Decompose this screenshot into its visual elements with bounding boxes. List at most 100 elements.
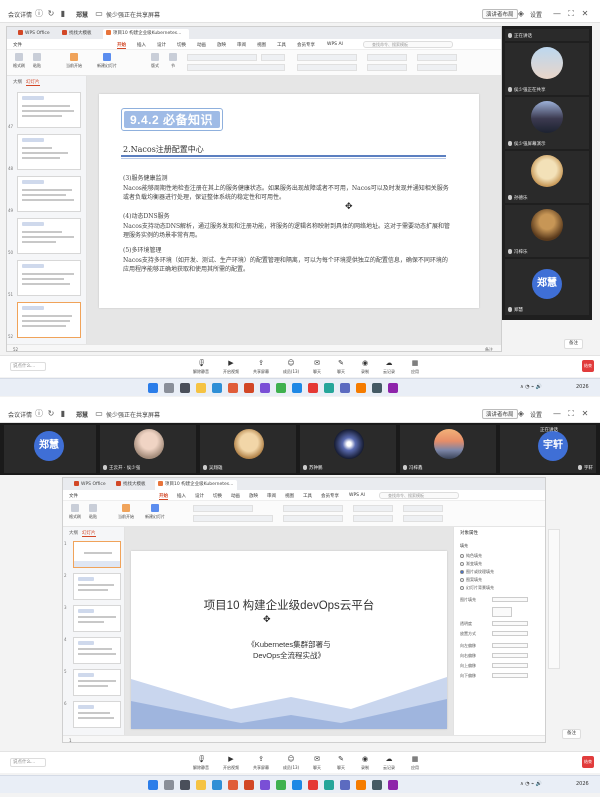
chat-button[interactable]: ✉ 聊天	[306, 359, 328, 375]
slide-thumbnail[interactable]	[17, 92, 81, 128]
slide-thumbnail[interactable]	[73, 637, 121, 664]
minimize-icon[interactable]: —	[552, 9, 562, 19]
menu-wps-ai[interactable]: WPS AI	[349, 493, 365, 498]
notes-button[interactable]: 备注	[562, 729, 581, 739]
menu-transition[interactable]: 切换	[213, 493, 222, 499]
participant-card[interactable]: 王云开 · 侯少强	[100, 425, 196, 473]
picture-fill-select[interactable]	[492, 597, 528, 602]
transparency-slider[interactable]	[492, 621, 528, 626]
text-box-button[interactable]	[353, 505, 393, 512]
fullscreen-icon[interactable]: ⛶	[566, 9, 576, 19]
participant-card[interactable]: 孙德乐	[505, 151, 589, 203]
slide-thumbnail[interactable]	[73, 701, 121, 728]
menu-transition[interactable]: 切换	[177, 42, 186, 48]
minimize-icon[interactable]: —	[552, 409, 562, 419]
fill-option[interactable]: 渐变填充	[460, 561, 482, 566]
offset-left-input[interactable]	[492, 643, 528, 648]
menu-review[interactable]: 审阅	[237, 42, 246, 48]
slide-thumbnail[interactable]	[17, 176, 81, 212]
tab-templates[interactable]: 找找大模板	[59, 29, 101, 39]
close-icon[interactable]: ✕	[580, 9, 590, 19]
app-icon[interactable]	[356, 383, 366, 393]
menu-file[interactable]: 文件	[13, 42, 22, 48]
chat-button[interactable]: ✉ 聊天	[306, 755, 328, 771]
paste-button[interactable]: 粘贴	[85, 504, 101, 520]
slide-thumbnail[interactable]	[73, 573, 121, 600]
menu-insert[interactable]: 插入	[177, 493, 186, 499]
share-screen-button[interactable]: ⇪ 共享屏幕	[250, 755, 272, 771]
menu-design[interactable]: 设计	[195, 493, 204, 499]
notes-button[interactable]: 备注	[564, 339, 583, 349]
meeting-details-link[interactable]: 会议详情	[8, 10, 32, 19]
fill-option[interactable]: 幻灯片背景填充	[460, 585, 494, 590]
new-slide-button[interactable]: 新建幻灯片	[95, 53, 119, 69]
refresh-icon[interactable]: ↻	[46, 409, 56, 419]
find-replace-button[interactable]	[403, 515, 443, 522]
video-button[interactable]: ▶ 开启视频	[220, 359, 242, 375]
task-view-icon[interactable]	[180, 780, 190, 790]
format-painter-button[interactable]: 格式刷	[67, 504, 83, 520]
tab-presentation[interactable]: 项目10 构建企业级Kubernetes...	[155, 480, 237, 490]
tab-wps-office[interactable]: WPS Office	[71, 480, 111, 490]
slide-thumbnail-selected[interactable]	[17, 302, 81, 338]
apps-button[interactable]: ▦ 应用	[404, 359, 426, 375]
paragraph-toolbar[interactable]	[297, 54, 357, 61]
arrange-button[interactable]	[353, 515, 393, 522]
command-search-input[interactable]: 查找命令、搜索模板	[363, 41, 453, 48]
chat-input[interactable]: 说点什么...	[10, 362, 46, 371]
status-notes-toggle[interactable]: 备注	[485, 347, 493, 351]
edge-browser-icon[interactable]	[212, 383, 222, 393]
apps-button[interactable]: ▦ 应用	[404, 755, 426, 771]
texture-preview[interactable]	[492, 607, 512, 617]
menu-view[interactable]: 视图	[257, 42, 266, 48]
refresh-icon[interactable]: ↻	[46, 9, 56, 19]
participant-card[interactable]: 宇轩 宇轩 正在讲话	[500, 425, 596, 473]
menu-review[interactable]: 审阅	[267, 493, 276, 499]
slide-canvas[interactable]: 项目10 构建企业级devOps云平台 《Kubernetes集群部署与 Dev…	[125, 527, 453, 735]
menu-animation[interactable]: 动画	[197, 42, 206, 48]
wechat-icon[interactable]	[276, 780, 286, 790]
paragraph-toolbar[interactable]	[283, 505, 343, 512]
slides-tab[interactable]: 幻灯片	[82, 531, 96, 537]
participant-card[interactable]: 郑慧 郑慧	[505, 259, 589, 315]
right-tool-strip[interactable]	[548, 529, 560, 669]
menu-tools[interactable]: 工具	[303, 493, 312, 499]
file-explorer-icon[interactable]	[196, 780, 206, 790]
fill-option[interactable]: 图案填充	[460, 577, 482, 582]
tab-wps-office[interactable]: WPS Office	[15, 29, 57, 39]
record-button[interactable]: ◉ 录制	[354, 755, 376, 771]
cloud-record-button[interactable]: ☁ 云记录	[378, 755, 400, 771]
settings-button[interactable]: 设置	[530, 10, 542, 19]
format-painter-button[interactable]: 格式刷	[11, 53, 27, 69]
wechat-icon[interactable]	[276, 383, 286, 393]
app-icon[interactable]	[260, 780, 270, 790]
clock[interactable]: 2026	[576, 384, 589, 390]
menu-design[interactable]: 设计	[157, 42, 166, 48]
outline-tab[interactable]: 大纲	[13, 80, 22, 85]
shape-button[interactable]	[417, 54, 457, 61]
shape-button[interactable]	[403, 505, 443, 512]
fill-option[interactable]: 纯色填充	[460, 553, 482, 558]
info-icon[interactable]: ⓘ	[34, 409, 44, 419]
app-icon[interactable]	[308, 383, 318, 393]
app-icon[interactable]	[388, 383, 398, 393]
menu-member[interactable]: 会员专享	[321, 493, 339, 499]
search-icon[interactable]	[164, 383, 174, 393]
windows-start-icon[interactable]	[148, 383, 158, 393]
participant-card[interactable]: 侯少强正在共享	[505, 43, 589, 95]
app-icon[interactable]	[324, 383, 334, 393]
participant-card[interactable]: 冯梓鑫	[400, 425, 496, 473]
slide-thumbnail[interactable]	[73, 605, 121, 632]
shield-icon[interactable]: ◈	[516, 409, 526, 419]
chat-button-2[interactable]: ✎ 聊天	[330, 359, 352, 375]
slide-thumbnail[interactable]	[17, 218, 81, 254]
end-meeting-button[interactable]: 结束	[582, 360, 594, 372]
meeting-app-icon[interactable]	[292, 780, 302, 790]
app-icon[interactable]	[324, 780, 334, 790]
participant-card[interactable]: 正在讲话	[505, 29, 589, 41]
font-family-select[interactable]	[187, 54, 257, 61]
slide-knowledge[interactable]: 9.4.2 必备知识 2.Nacos注册配置中心 (3)服务健康监测 Nacos…	[99, 94, 479, 308]
share-screen-button[interactable]: ⇪ 共享屏幕	[250, 359, 272, 375]
menu-slideshow[interactable]: 放映	[217, 42, 226, 48]
text-box-button[interactable]	[367, 54, 407, 61]
